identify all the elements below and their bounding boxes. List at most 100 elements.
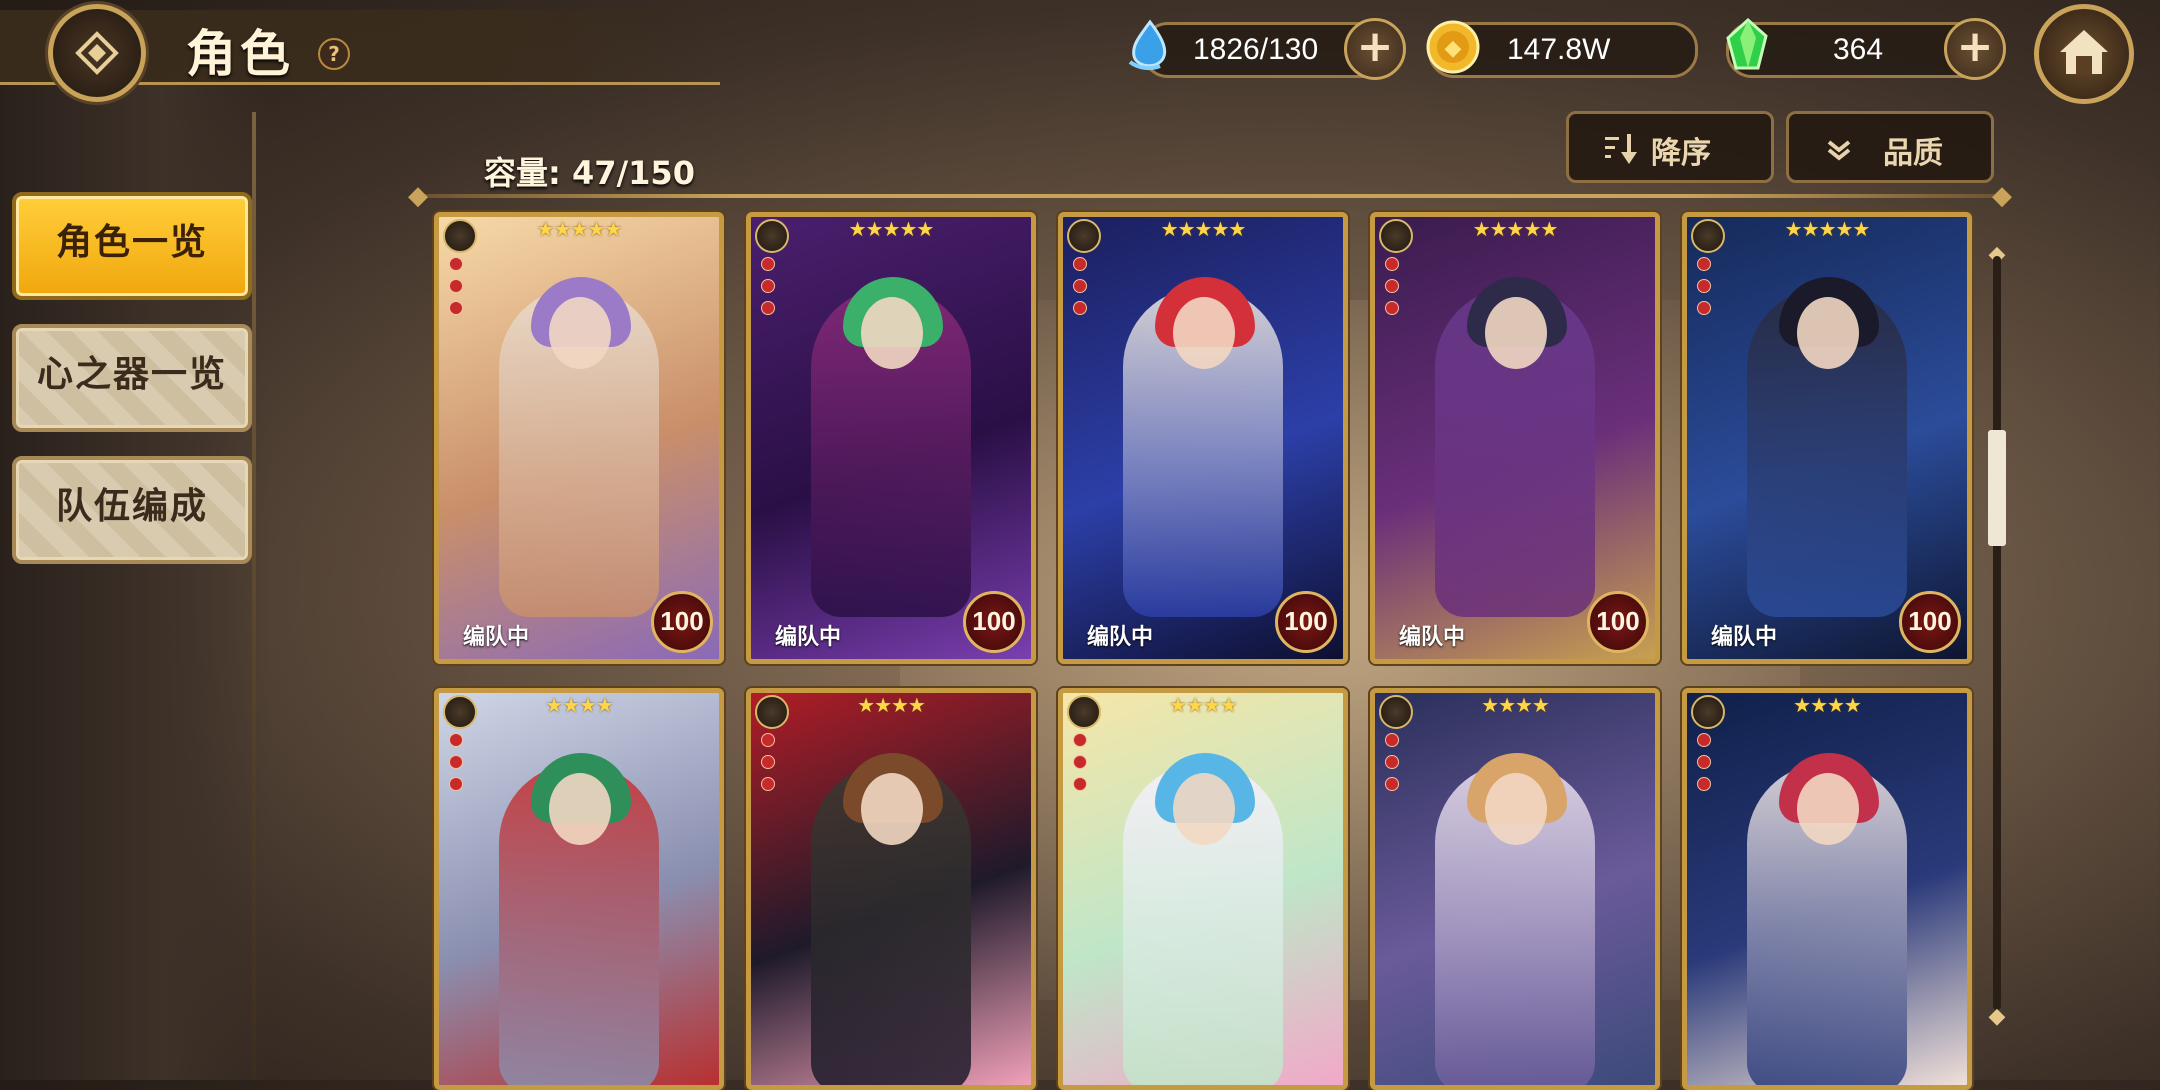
add-gem-button[interactable]: + bbox=[1944, 18, 2006, 80]
character-card[interactable]: ★★★★★ 编队中 100 bbox=[434, 212, 724, 664]
skill-gem-icon bbox=[761, 301, 775, 315]
element-icon bbox=[1379, 695, 1413, 729]
element-icon bbox=[1691, 219, 1725, 253]
sort-order-label: 降序 bbox=[1651, 136, 1711, 171]
skill-gem-icon bbox=[1385, 301, 1399, 315]
skill-gem-icon bbox=[1073, 279, 1087, 293]
skill-gem-icon bbox=[1697, 755, 1711, 769]
top-bar: 角色 ? 1826/130 + 147.8W ◆ 364 + bbox=[0, 0, 2160, 104]
skill-gem-icon bbox=[1697, 777, 1711, 791]
water-drop-icon bbox=[1128, 19, 1167, 71]
character-face bbox=[1173, 297, 1235, 369]
character-card[interactable]: ★★★★ bbox=[434, 688, 724, 1090]
sort-descending-icon bbox=[1605, 134, 1637, 164]
filter-quality-button[interactable]: 品质 bbox=[1786, 111, 1994, 183]
skill-gem-icon bbox=[1073, 257, 1087, 271]
character-face bbox=[861, 297, 923, 369]
skill-gem-icon bbox=[449, 301, 463, 315]
skill-gem-icon bbox=[1697, 257, 1711, 271]
skill-gem-icon bbox=[1073, 755, 1087, 769]
skill-gem-icons bbox=[1385, 733, 1399, 799]
gold-coin-icon: ◆ bbox=[1426, 20, 1480, 74]
divider-ornament-left: ◆ bbox=[408, 181, 428, 211]
rarity-stars: ★★★★ bbox=[857, 693, 926, 717]
character-card[interactable]: ★★★★★ 编队中 100 bbox=[1682, 212, 1972, 664]
character-face bbox=[549, 297, 611, 369]
element-icon bbox=[1067, 219, 1101, 253]
character-card[interactable]: ★★★★ bbox=[1682, 688, 1972, 1090]
character-face bbox=[1797, 297, 1859, 369]
character-face bbox=[549, 773, 611, 845]
element-icon bbox=[443, 219, 477, 253]
skill-gem-icon bbox=[1385, 733, 1399, 747]
skill-gem-icon bbox=[1697, 301, 1711, 315]
header-divider bbox=[418, 194, 2004, 198]
scrollbar-track[interactable] bbox=[1993, 256, 2001, 1010]
sort-order-button[interactable]: 降序 bbox=[1566, 111, 1774, 183]
nav-character-list[interactable]: 角色一览 bbox=[12, 192, 252, 300]
in-team-badge: 编队中 bbox=[463, 625, 530, 650]
in-team-badge: 编队中 bbox=[1087, 625, 1154, 650]
character-face bbox=[1797, 773, 1859, 845]
nav-team-formation[interactable]: 队伍编成 bbox=[12, 456, 252, 564]
character-card[interactable]: ★★★★ bbox=[1058, 688, 1348, 1090]
rarity-stars: ★★★★ bbox=[545, 693, 614, 717]
skill-gem-icons bbox=[761, 257, 775, 323]
gold-value: 147.8W bbox=[1507, 33, 1611, 66]
character-card[interactable]: ★★★★ bbox=[1370, 688, 1660, 1090]
gem-value: 364 bbox=[1833, 33, 1884, 66]
rarity-stars: ★★★★★ bbox=[1160, 217, 1247, 241]
character-face bbox=[861, 773, 923, 845]
skill-gem-icon bbox=[1385, 777, 1399, 791]
side-divider bbox=[252, 112, 256, 1080]
page-title: 角色 bbox=[186, 25, 294, 83]
level-badge: 100 bbox=[1587, 591, 1649, 653]
skill-gem-icon bbox=[761, 733, 775, 747]
character-face bbox=[1485, 297, 1547, 369]
chevron-down-icon bbox=[1827, 140, 1851, 161]
rarity-stars: ★★★★★ bbox=[1784, 217, 1871, 241]
skill-gem-icon bbox=[449, 257, 463, 271]
skill-gem-icon bbox=[1073, 301, 1087, 315]
skill-gem-icon bbox=[1073, 777, 1087, 791]
skill-gem-icons bbox=[1697, 257, 1711, 323]
character-card[interactable]: ★★★★★ 编队中 100 bbox=[746, 212, 1036, 664]
skill-gem-icon bbox=[449, 755, 463, 769]
stamina-value: 1826/130 bbox=[1193, 33, 1319, 66]
filter-quality-label: 品质 bbox=[1883, 136, 1943, 171]
skill-gem-icon bbox=[449, 279, 463, 293]
scrollbar-thumb[interactable] bbox=[1988, 430, 2006, 546]
level-badge: 100 bbox=[1275, 591, 1337, 653]
skill-gem-icons bbox=[1073, 257, 1087, 323]
level-badge: 100 bbox=[963, 591, 1025, 653]
element-icon bbox=[443, 695, 477, 729]
skill-gem-icon bbox=[449, 777, 463, 791]
skill-gem-icons bbox=[1697, 733, 1711, 799]
skill-gem-icon bbox=[1385, 257, 1399, 271]
character-face bbox=[1485, 773, 1547, 845]
skill-gem-icon bbox=[1697, 733, 1711, 747]
add-stamina-button[interactable]: + bbox=[1344, 18, 1406, 80]
rarity-stars: ★★★★★ bbox=[536, 217, 623, 241]
menu-button[interactable] bbox=[48, 4, 146, 102]
rarity-stars: ★★★★★ bbox=[848, 217, 935, 241]
rarity-stars: ★★★★ bbox=[1481, 693, 1550, 717]
skill-gem-icon bbox=[761, 755, 775, 769]
help-icon[interactable]: ? bbox=[318, 38, 350, 70]
skill-gem-icons bbox=[761, 733, 775, 799]
skill-gem-icons bbox=[449, 257, 463, 323]
character-card[interactable]: ★★★★★ 编队中 100 bbox=[1370, 212, 1660, 664]
skill-gem-icon bbox=[1385, 755, 1399, 769]
element-icon bbox=[755, 219, 789, 253]
nav-heart-vessel-list[interactable]: 心之器一览 bbox=[12, 324, 252, 432]
character-card[interactable]: ★★★★ bbox=[746, 688, 1036, 1090]
character-card[interactable]: ★★★★★ 编队中 100 bbox=[1058, 212, 1348, 664]
home-button[interactable] bbox=[2034, 4, 2134, 104]
skill-gem-icons bbox=[449, 733, 463, 799]
in-team-badge: 编队中 bbox=[775, 625, 842, 650]
rarity-stars: ★★★★ bbox=[1793, 693, 1862, 717]
skill-gem-icon bbox=[1073, 733, 1087, 747]
skill-gem-icon bbox=[761, 279, 775, 293]
in-team-badge: 编队中 bbox=[1711, 625, 1778, 650]
svg-text:◆: ◆ bbox=[1445, 36, 1462, 61]
